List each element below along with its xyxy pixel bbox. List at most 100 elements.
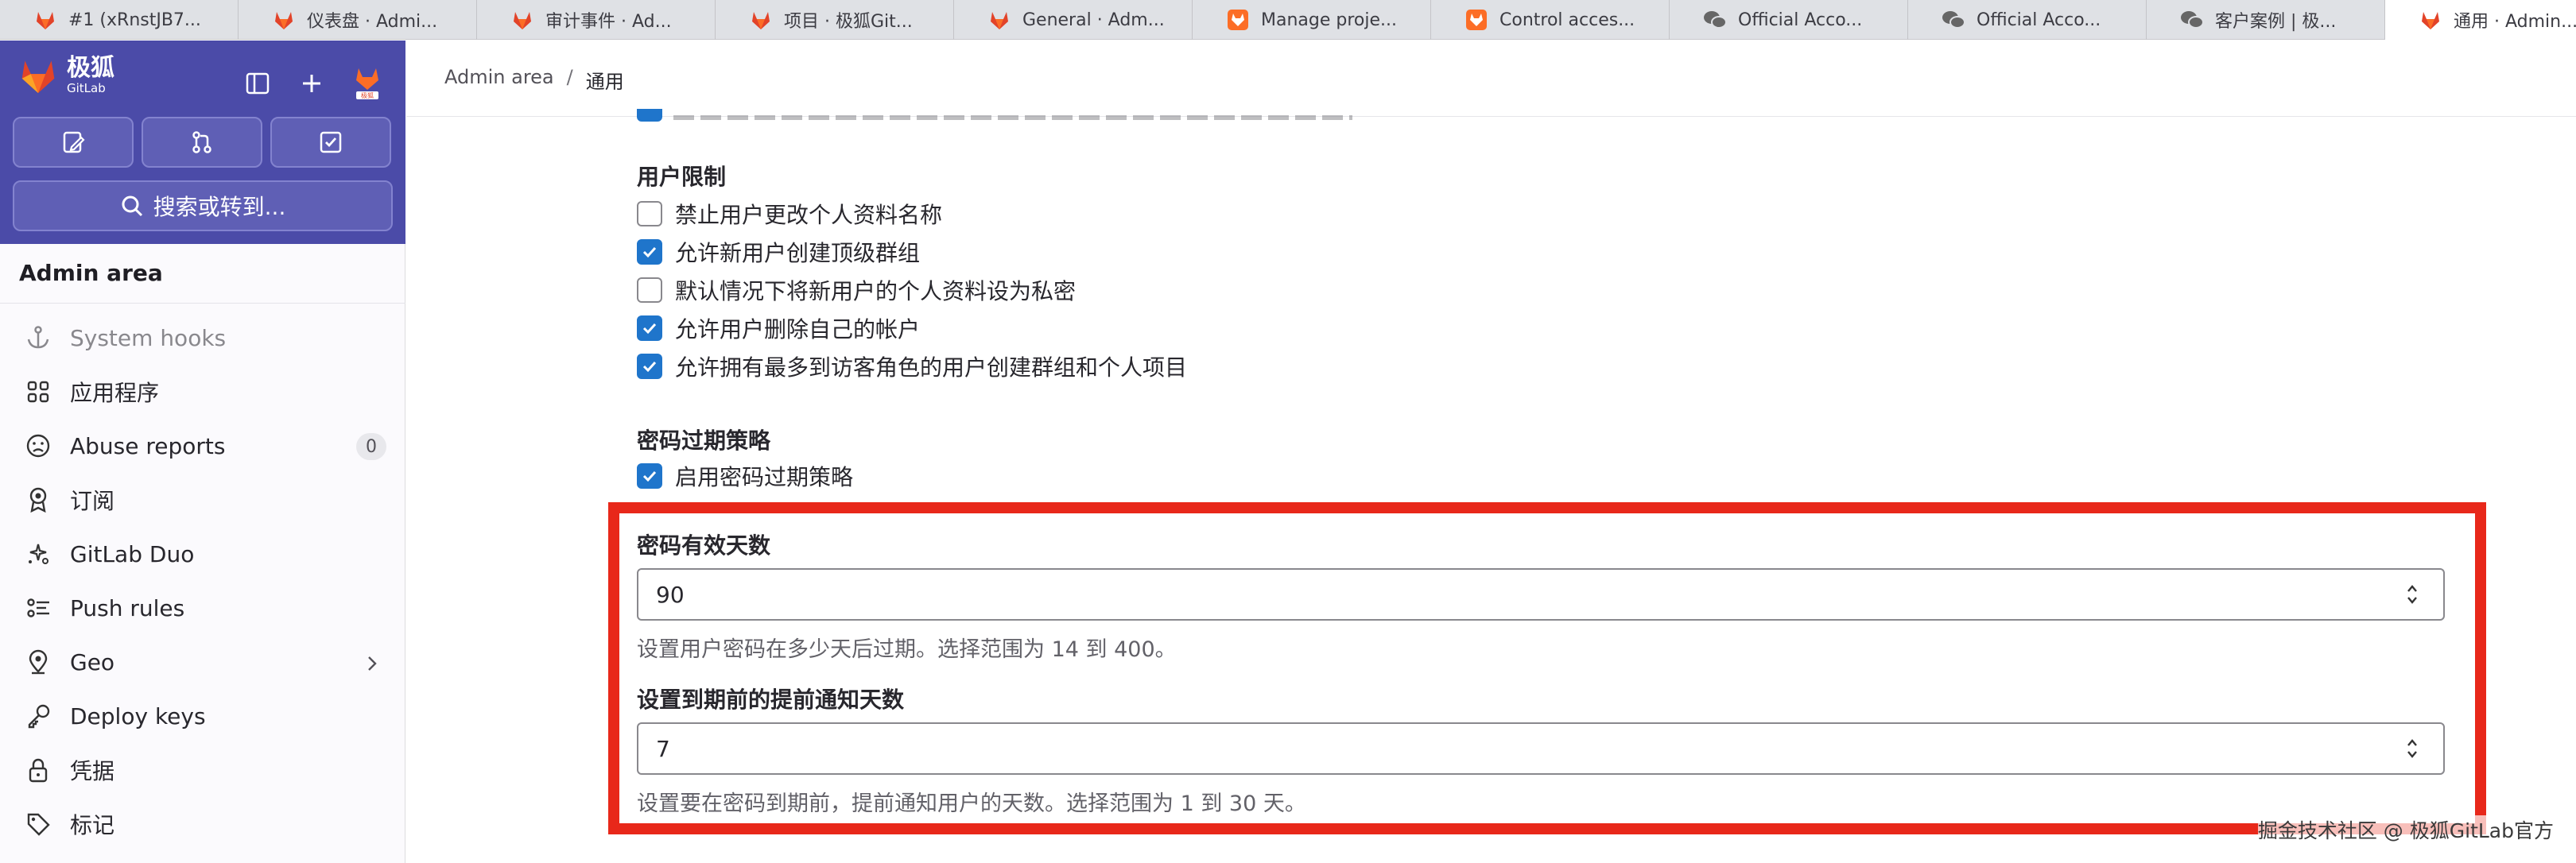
browser-tab[interactable]: 客户案例 | 极... bbox=[2147, 0, 2385, 40]
checkmark-icon bbox=[642, 470, 657, 482]
browser-tab[interactable]: 项目 · 极狐Git... bbox=[716, 0, 954, 40]
restriction-option[interactable]: 默认情况下将新用户的个人资料设为私密 bbox=[637, 276, 1076, 304]
sidebar-item-geo[interactable]: Geo bbox=[0, 635, 405, 689]
abuse-reports-count-badge: 0 bbox=[356, 433, 386, 460]
sidebar-item-label: 订阅 bbox=[70, 488, 115, 514]
restriction-option[interactable]: 允许拥有最多到访客角色的用户创建群组和个人项目 bbox=[637, 352, 1187, 381]
chevron-right-icon bbox=[366, 652, 378, 679]
sidebar-item-deploy-keys[interactable]: Deploy keys bbox=[0, 689, 405, 743]
browser-tab-active[interactable]: 通用 · Admin... bbox=[2385, 0, 2576, 40]
password-expiration-title: 密码过期策略 bbox=[637, 428, 771, 454]
search-icon bbox=[122, 195, 142, 217]
todo-list-button[interactable] bbox=[270, 117, 391, 168]
checkbox[interactable] bbox=[637, 201, 662, 226]
gitlab-icon bbox=[510, 8, 534, 32]
sidebar-item-system-hooks[interactable]: System hooks bbox=[0, 311, 405, 365]
sidebar-item-push-rules[interactable]: Push rules bbox=[0, 581, 405, 635]
sidebar-item-credentials[interactable]: 凭据 bbox=[0, 743, 405, 797]
brand-name: 极狐 bbox=[67, 54, 114, 82]
create-new-button[interactable] bbox=[289, 61, 334, 106]
sidebar-item-label: Push rules bbox=[70, 594, 185, 621]
wechat-icon bbox=[2180, 8, 2204, 32]
browser-tab-label: Official Acco... bbox=[1738, 10, 1863, 30]
checkbox-label: 允许用户删除自己的帐户 bbox=[675, 316, 921, 342]
restriction-option[interactable]: 允许新用户创建顶级群组 bbox=[637, 238, 920, 266]
assigned-issues-button[interactable] bbox=[13, 117, 134, 168]
sidebar-divider bbox=[0, 303, 405, 304]
sidebar-item-gitlab-duo[interactable]: GitLab Duo bbox=[0, 527, 405, 581]
search-or-go-to-button[interactable]: 搜索或转到... bbox=[13, 180, 393, 231]
browser-tab-label: 审计事件 · Ad... bbox=[545, 12, 672, 32]
restriction-option[interactable]: 禁止用户更改个人资料名称 bbox=[637, 199, 942, 228]
checkbox-label: 允许新用户创建顶级群组 bbox=[675, 240, 921, 266]
sidebar-item-label: Abuse reports bbox=[70, 432, 226, 459]
enable-password-expiration-option[interactable]: 启用密码过期策略 bbox=[637, 462, 853, 490]
brand-subtitle: GitLab bbox=[67, 81, 106, 95]
sidebar-item-label: 凭据 bbox=[70, 758, 115, 784]
svg-text:极狐: 极狐 bbox=[361, 91, 374, 99]
subscription-icon bbox=[24, 486, 52, 514]
sidebar-item-abuse-reports[interactable]: Abuse reports 0 bbox=[0, 419, 405, 473]
admin-area-title[interactable]: Admin area bbox=[19, 260, 163, 286]
checkbox-label: 启用密码过期策略 bbox=[675, 464, 854, 490]
breadcrumb-admin-area-link[interactable]: Admin area bbox=[444, 66, 554, 94]
checkbox-label: 禁止用户更改个人资料名称 bbox=[675, 202, 943, 228]
checkbox-checked[interactable] bbox=[637, 315, 662, 341]
browser-tab[interactable]: 审计事件 · Ad... bbox=[477, 0, 716, 40]
cut-off-checkbox[interactable] bbox=[637, 109, 662, 122]
browser-tab[interactable]: Official Acco... bbox=[1670, 0, 1908, 40]
browser-tab-label: #1 (xRnstJB7... bbox=[68, 10, 201, 30]
plus-icon bbox=[303, 75, 320, 92]
wechat-icon bbox=[1942, 8, 1965, 32]
checkbox-checked[interactable] bbox=[637, 239, 662, 265]
checkbox-checked[interactable] bbox=[637, 354, 662, 379]
sidebar-item-label: 应用程序 bbox=[70, 380, 160, 406]
gitlab-square-icon bbox=[1465, 8, 1488, 32]
gitlab-logo-icon bbox=[21, 60, 55, 94]
breadcrumb-current[interactable]: 通用 bbox=[586, 66, 624, 94]
duo-icon bbox=[24, 540, 52, 568]
abuse-face-icon bbox=[24, 432, 52, 460]
sidebar-item-label: GitLab Duo bbox=[70, 540, 195, 567]
label-tag-icon bbox=[24, 810, 52, 838]
browser-tab[interactable]: Control acces... bbox=[1431, 0, 1670, 40]
sidebar-item-subscription[interactable]: 订阅 bbox=[0, 473, 405, 527]
todo-check-icon bbox=[320, 131, 342, 153]
browser-tab-label: General · Adm... bbox=[1022, 10, 1165, 30]
checkbox-label: 允许拥有最多到访客角色的用户创建群组和个人项目 bbox=[675, 354, 1188, 381]
checkmark-icon bbox=[642, 323, 657, 335]
gitlab-icon bbox=[749, 8, 773, 32]
browser-tab-label: Official Acco... bbox=[1977, 10, 2101, 30]
sidebar-item-label: Geo bbox=[70, 648, 115, 675]
browser-tab[interactable]: 仪表盘 · Admi... bbox=[239, 0, 477, 40]
brand-logo[interactable]: 极狐 GitLab bbox=[17, 56, 114, 95]
avatar: 极狐 bbox=[356, 68, 378, 99]
push-rules-icon bbox=[24, 594, 52, 622]
browser-tab[interactable]: #1 (xRnstJB7... bbox=[0, 0, 239, 40]
cut-off-setting-row bbox=[637, 109, 1352, 126]
merge-requests-button[interactable] bbox=[142, 117, 262, 168]
admin-sidebar: 极狐 GitLab 极狐 搜索或转到... Admin area System … bbox=[0, 41, 405, 863]
browser-tab[interactable]: Official Acco... bbox=[1908, 0, 2147, 40]
breadcrumb: Admin area / 通用 bbox=[444, 66, 624, 94]
browser-tab[interactable]: General · Adm... bbox=[954, 0, 1193, 40]
sidebar-panel-icon bbox=[246, 72, 270, 95]
browser-tab-label: 客户案例 | 极... bbox=[2215, 12, 2337, 32]
user-avatar-button[interactable]: 极狐 bbox=[345, 61, 390, 106]
search-label: 搜索或转到... bbox=[153, 194, 286, 220]
toggle-sidebar-button[interactable] bbox=[235, 61, 280, 106]
checkmark-icon bbox=[642, 246, 657, 258]
cut-off-text bbox=[673, 115, 1352, 120]
checkbox-label: 默认情况下将新用户的个人资料设为私密 bbox=[675, 278, 1077, 304]
lock-icon bbox=[24, 756, 52, 784]
gitlab-icon bbox=[272, 8, 296, 32]
sidebar-item-applications[interactable]: 应用程序 bbox=[0, 365, 405, 419]
checkbox-checked[interactable] bbox=[637, 463, 662, 489]
watermark: 掘金技术社区 @ 极狐GitLab官方 bbox=[2257, 815, 2554, 844]
sidebar-item-labels[interactable]: 标记 bbox=[0, 797, 405, 851]
restriction-option[interactable]: 允许用户删除自己的帐户 bbox=[637, 314, 920, 342]
anchor-icon bbox=[24, 323, 52, 352]
gitlab-icon bbox=[2419, 8, 2442, 32]
checkbox[interactable] bbox=[637, 277, 662, 303]
browser-tab[interactable]: Manage proje... bbox=[1193, 0, 1431, 40]
